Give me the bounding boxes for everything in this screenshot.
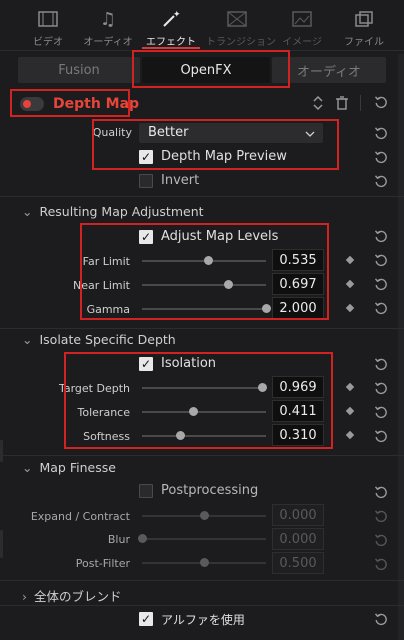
magic-wand-icon: ✦ [140, 8, 202, 30]
trash-icon[interactable] [336, 96, 348, 114]
section-title: Isolate Specific Depth [39, 332, 176, 347]
divider [0, 455, 404, 456]
invert-checkbox[interactable] [139, 174, 153, 188]
svg-text:✦: ✦ [173, 10, 181, 20]
chevron-right-icon: › [22, 589, 27, 604]
tab-file[interactable]: ファイル [336, 0, 392, 50]
reset-icon[interactable] [374, 484, 388, 499]
file-icon [336, 8, 392, 30]
highlight-box-isolation [64, 352, 333, 449]
blur-value-field[interactable]: 0.000 [272, 528, 324, 550]
video-icon [20, 8, 76, 30]
use-alpha-checkbox[interactable]: ✓ [139, 612, 153, 626]
use-alpha-label: アルファを使用 [161, 613, 245, 627]
keyframe-icon[interactable] [345, 255, 355, 265]
divider [0, 196, 404, 197]
highlight-box-openfx [132, 50, 290, 88]
blur-slider-track[interactable] [142, 538, 266, 540]
reset-icon[interactable] [374, 508, 388, 523]
reset-icon[interactable] [374, 380, 388, 395]
field-value: 0.000 [279, 531, 317, 547]
tab-effects[interactable]: ✦ エフェクト [140, 0, 202, 50]
reset-icon[interactable] [374, 428, 388, 443]
tab-label: エフェクト [146, 37, 196, 48]
reset-icon[interactable] [374, 611, 388, 626]
chevron-down-icon: ⌄ [22, 204, 33, 219]
section-isolate-header[interactable]: ⌄ Isolate Specific Depth [22, 332, 176, 347]
expand-contract-label: Expand / Contract [30, 510, 130, 523]
reorder-icon[interactable] [312, 95, 324, 115]
reset-icon[interactable] [374, 252, 388, 267]
highlight-box-quality [92, 119, 339, 170]
reset-icon[interactable] [374, 532, 388, 547]
section-resulting-header[interactable]: ⌄ Resulting Map Adjustment [22, 204, 204, 219]
divider [0, 580, 404, 581]
segment-fusion[interactable]: Fusion [18, 57, 140, 83]
reset-icon[interactable] [374, 94, 388, 109]
tab-label: ファイル [344, 37, 384, 48]
field-value: 0.500 [279, 555, 317, 571]
blur-slider-knob[interactable] [138, 534, 147, 543]
tab-audio[interactable]: ♫ オーディオ [80, 0, 136, 50]
section-title: 全体のブレンド [34, 589, 122, 604]
reset-icon[interactable] [374, 149, 388, 164]
post-filter-slider-knob[interactable] [200, 558, 209, 567]
segment-label: オーディオ [296, 64, 362, 80]
left-edge-handle [0, 440, 3, 462]
keyframe-icon[interactable] [345, 406, 355, 416]
panel-tab-bar: ビデオ ♫ オーディオ ✦ エフェクト トランジション イメージ ファイル [0, 0, 404, 51]
reset-icon[interactable] [374, 228, 388, 243]
reset-icon[interactable] [374, 125, 388, 140]
invert-label: Invert [161, 173, 200, 188]
reset-icon[interactable] [374, 173, 388, 188]
tab-label: イメージ [282, 37, 322, 48]
postprocessing-checkbox[interactable] [139, 484, 153, 498]
reset-icon[interactable] [374, 556, 388, 571]
header-divider [360, 95, 361, 111]
section-title: Resulting Map Adjustment [39, 204, 204, 219]
keyframe-icon[interactable] [345, 279, 355, 289]
field-value: 0.000 [279, 507, 317, 523]
transition-icon [206, 8, 268, 30]
tab-image[interactable]: イメージ [274, 0, 330, 50]
postprocessing-label: Postprocessing [161, 483, 259, 498]
section-finesse-header[interactable]: ⌄ Map Finesse [22, 460, 116, 475]
post-filter-value-field[interactable]: 0.500 [272, 552, 324, 574]
reset-icon[interactable] [374, 404, 388, 419]
reset-icon[interactable] [374, 276, 388, 291]
tab-label: ビデオ [33, 37, 63, 48]
chevron-down-icon: ⌄ [22, 332, 33, 347]
tab-label: オーディオ [83, 37, 133, 48]
highlight-box-map-levels [80, 223, 329, 320]
keyframe-icon[interactable] [345, 303, 355, 313]
tab-label: トランジション [206, 37, 276, 48]
scrollbar[interactable] [398, 54, 404, 640]
active-tab-indicator [142, 47, 200, 49]
blur-label: Blur [107, 533, 130, 546]
reset-icon[interactable] [374, 356, 388, 371]
tab-video[interactable]: ビデオ [20, 0, 76, 50]
segment-label: Fusion [58, 62, 100, 78]
expand-contract-value-field[interactable]: 0.000 [272, 504, 324, 526]
section-title: Map Finesse [39, 460, 116, 475]
post-filter-label: Post-Filter [75, 557, 130, 570]
reset-icon[interactable] [374, 300, 388, 315]
expand-contract-slider-knob[interactable] [200, 511, 209, 520]
left-edge-handle [0, 530, 3, 558]
chevron-down-icon: ⌄ [22, 460, 33, 475]
keyframe-icon[interactable] [345, 382, 355, 392]
audio-icon: ♫ [99, 8, 117, 30]
divider [0, 605, 404, 606]
section-blend-header[interactable]: › 全体のブレンド [22, 586, 122, 605]
image-icon [274, 8, 330, 30]
keyframe-icon[interactable] [345, 430, 355, 440]
divider [0, 328, 404, 329]
highlight-box-title [10, 89, 130, 117]
tab-transitions[interactable]: トランジション [206, 0, 276, 50]
